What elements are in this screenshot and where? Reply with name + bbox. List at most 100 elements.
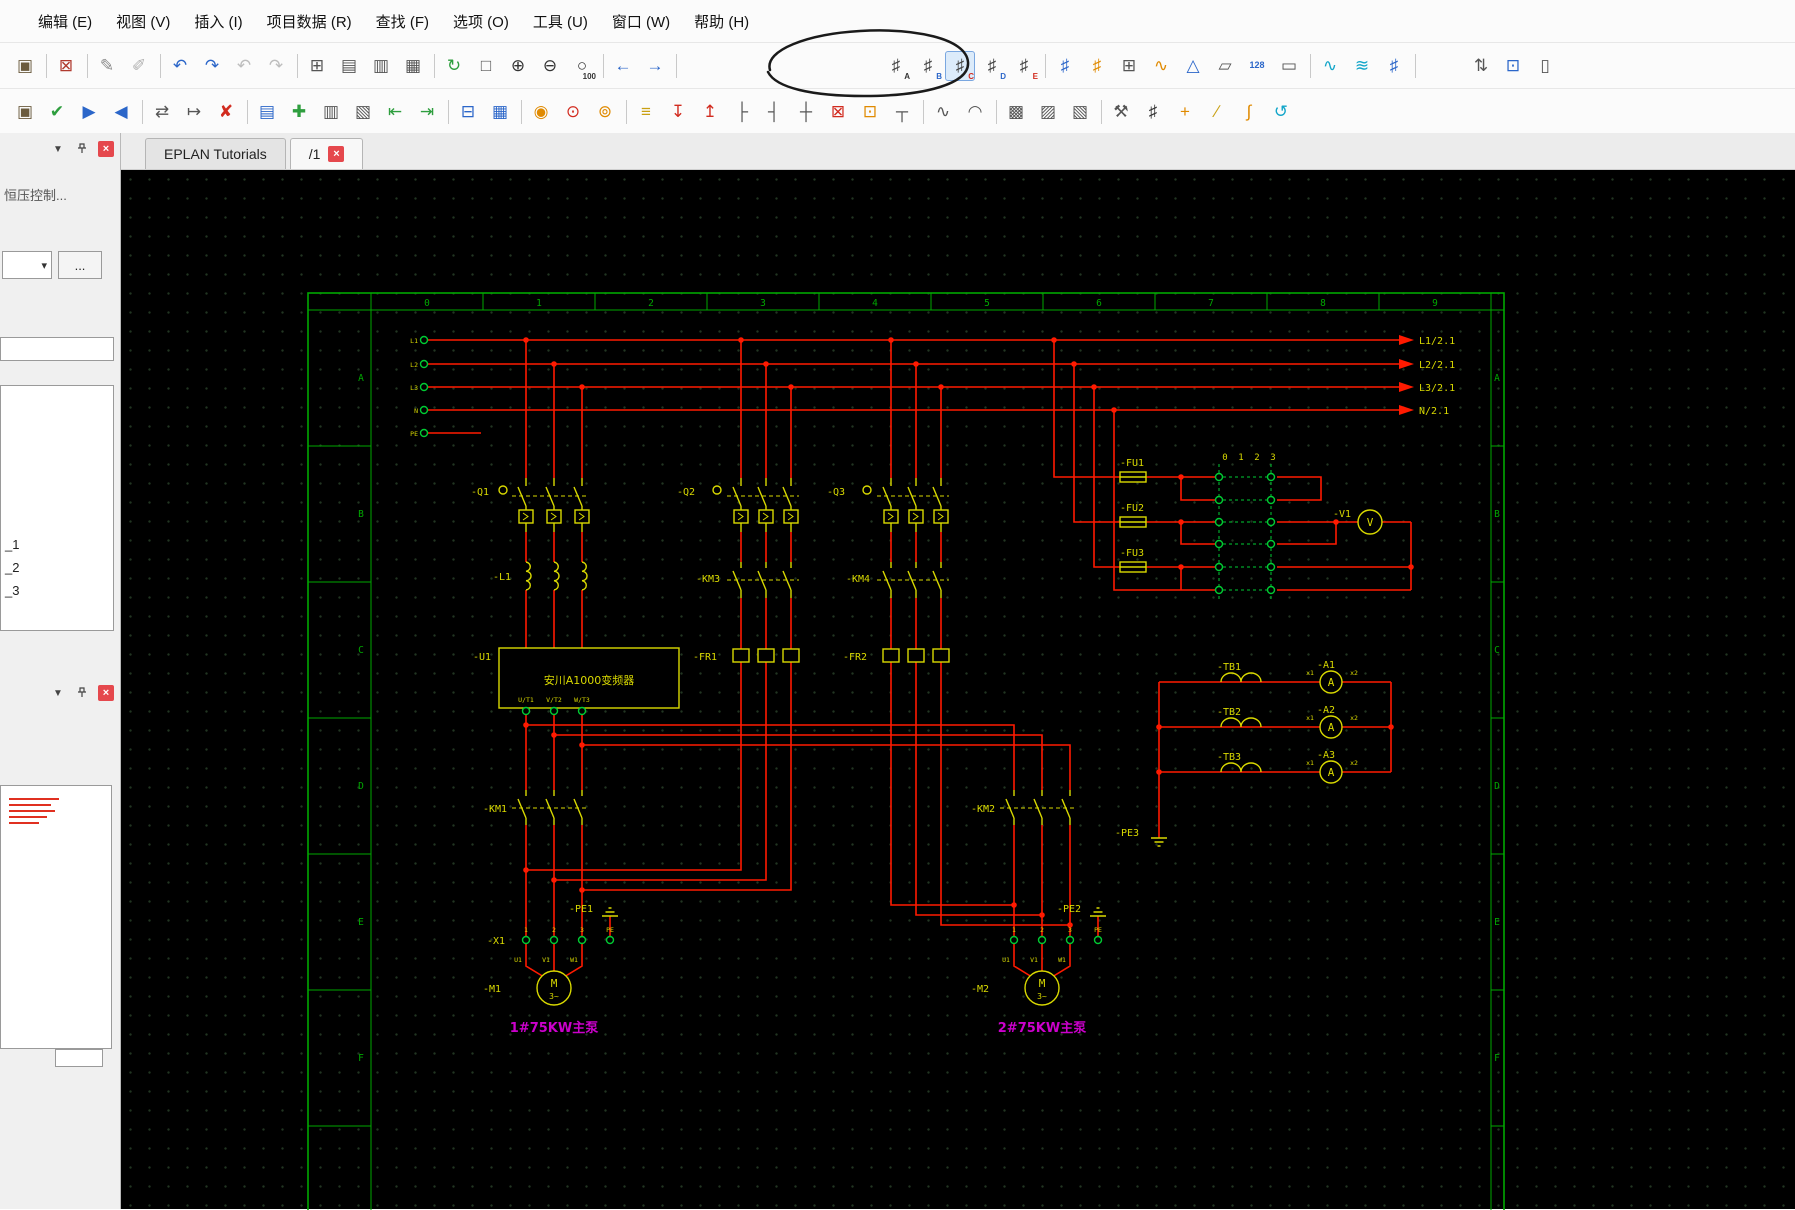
component-fr1[interactable]: -FR1 <box>693 648 800 663</box>
component-a2[interactable]: A -A2 x1 x2 <box>1306 705 1358 739</box>
component-km3[interactable]: -KM3 <box>696 562 799 598</box>
component-fr2[interactable]: -FR2 <box>843 648 950 663</box>
zoom-out-icon[interactable]: ⊖ <box>535 51 565 81</box>
select-similar-icon[interactable]: ▩ <box>1001 97 1031 127</box>
menu-item[interactable]: 选项 (O) <box>441 7 521 36</box>
sync-pages-icon[interactable]: ⇄ <box>147 97 177 127</box>
refresh-icon[interactable]: ↻ <box>439 51 469 81</box>
tab-page-1[interactable]: /1 × <box>289 138 364 169</box>
pointer-prev-icon[interactable]: ◀ <box>106 97 136 127</box>
component-m1[interactable]: M 3~ -M1 1#75KW主泵 <box>483 970 598 1036</box>
grid-display-icon[interactable]: ♯ <box>1050 51 1080 81</box>
align-to-grid-icon[interactable]: ⊞ <box>1114 51 1144 81</box>
menu-item[interactable]: 项目数据 (R) <box>255 7 364 36</box>
component-fu2[interactable]: -FU2 <box>1119 503 1147 528</box>
component-l1[interactable]: -L1 <box>493 561 588 591</box>
grid-e-icon[interactable]: ♯ E <box>1009 51 1039 81</box>
connection-symbols-icon[interactable]: ♯ <box>1379 51 1409 81</box>
special-tools-icon[interactable]: ⚒ <box>1106 97 1136 127</box>
interruption-source-icon[interactable]: ⊙ <box>558 97 588 127</box>
object-snap-icon[interactable]: ∿ <box>1146 51 1176 81</box>
component-km1[interactable]: -KM1 <box>483 790 588 825</box>
text-128-icon[interactable]: 128 <box>1242 51 1272 81</box>
rotate-tool-icon[interactable]: ↺ <box>1266 97 1296 127</box>
layout-space-icon[interactable]: ⊡ <box>1498 51 1528 81</box>
browse-button[interactable]: ... <box>58 251 102 279</box>
copy-format-page-icon[interactable]: ▤ <box>252 97 282 127</box>
align-objects-icon[interactable]: ⇅ <box>1466 51 1496 81</box>
window-cascade-icon[interactable]: ▤ <box>334 51 364 81</box>
menu-item[interactable]: 窗口 (W) <box>600 7 682 36</box>
cable-definition-icon[interactable]: ∿ <box>928 97 958 127</box>
component-u1[interactable]: 安川A1000变频器 U/T1 V/T2 W/T3 -U1 <box>473 647 680 716</box>
pointer-next-icon[interactable]: ▶ <box>74 97 104 127</box>
insert-device-icon[interactable]: ⊟ <box>453 97 483 127</box>
delete-selection-icon[interactable]: ⊠ <box>51 51 81 81</box>
undo-history-icon[interactable]: ↶ <box>229 51 259 81</box>
component-a1[interactable]: A -A1 x1 x2 <box>1306 660 1358 694</box>
menu-item[interactable]: 编辑 (E) <box>26 7 104 36</box>
redo-history-icon[interactable]: ↷ <box>261 51 291 81</box>
potential-arrow-up-icon[interactable]: ↥ <box>695 97 725 127</box>
schematic-canvas[interactable]: 0 1 2 3 4 5 6 7 8 9 A B C D E F A B C D … <box>121 170 1795 1210</box>
chevron-down-icon[interactable]: ▼ <box>50 685 66 701</box>
preview-nav-box[interactable] <box>55 1049 103 1067</box>
goto-counterpart-icon[interactable]: ↦ <box>179 97 209 127</box>
interruption-point-icon[interactable]: ◉ <box>526 97 556 127</box>
zoom-in-icon[interactable]: ⊕ <box>503 51 533 81</box>
cancel-action-icon[interactable]: ✘ <box>211 97 241 127</box>
menu-item[interactable]: 工具 (U) <box>521 7 600 36</box>
tab-close-button[interactable]: × <box>328 146 345 162</box>
graphic-overview-icon[interactable]: △ <box>1178 51 1208 81</box>
component-pe2[interactable]: -PE2 <box>1057 904 1106 917</box>
filter-combobox[interactable]: ▾ <box>2 251 52 279</box>
wire-crossing-icon[interactable]: ┼ <box>791 97 821 127</box>
redo-icon[interactable]: ↷ <box>197 51 227 81</box>
component-km4[interactable]: -KM4 <box>846 562 949 598</box>
component-a3[interactable]: A -A3 x1 x2 <box>1306 750 1358 784</box>
apply-icon[interactable]: ✔ <box>42 97 72 127</box>
forward-icon[interactable]: → <box>640 51 670 81</box>
component-q2[interactable]: -Q2 <box>677 478 799 532</box>
selection-frame-icon[interactable]: □ <box>471 51 501 81</box>
close-icon[interactable]: × <box>98 141 114 157</box>
menu-item[interactable]: 视图 (V) <box>104 7 182 36</box>
graphical-preview[interactable] <box>0 785 112 1049</box>
menu-item[interactable]: 插入 (I) <box>182 7 254 36</box>
pin-icon[interactable] <box>74 685 90 701</box>
format-brush-alt-icon[interactable]: ✐ <box>124 51 154 81</box>
paste-icon[interactable]: ▣ <box>10 51 40 81</box>
design-mode-icon[interactable]: ▱ <box>1210 51 1240 81</box>
list-item[interactable]: _1 <box>1 534 113 557</box>
grid-c-icon[interactable]: ♯ C <box>945 50 975 81</box>
multi-line-wire-icon[interactable]: ≡ <box>631 97 661 127</box>
t-node-icon[interactable]: ┬ <box>887 97 917 127</box>
component-q3[interactable]: -Q3 <box>827 478 949 532</box>
branch-right-icon[interactable]: ├ <box>727 97 757 127</box>
curve-tool-icon[interactable]: ∫ <box>1234 97 1264 127</box>
interruption-target-icon[interactable]: ⊚ <box>590 97 620 127</box>
connector-strip[interactable]: 0 1 2 3 <box>1214 453 1276 602</box>
grid-d-icon[interactable]: ♯ D <box>977 51 1007 81</box>
drawing-canvas[interactable]: 0 1 2 3 4 5 6 7 8 9 A B C D E F A B C D … <box>121 170 1795 1210</box>
paste-special-icon[interactable]: ▣ <box>10 97 40 127</box>
zoom-100-icon[interactable]: ○ 100 <box>567 51 597 81</box>
connection-point-icon[interactable]: ⊡ <box>855 97 885 127</box>
list-item[interactable]: _2 <box>1 557 113 580</box>
insert-window-icon[interactable]: ⊞ <box>302 51 332 81</box>
signal-broadcast-icon[interactable]: ≋ <box>1347 51 1377 81</box>
page-list[interactable]: _1 _2 _3 <box>0 385 114 631</box>
branch-left-icon[interactable]: ┤ <box>759 97 789 127</box>
table-view-icon[interactable]: ▦ <box>398 51 428 81</box>
component-fu3[interactable]: -FU3 <box>1119 548 1147 573</box>
open-page-icon[interactable]: ▥ <box>316 97 346 127</box>
grid-a-icon[interactable]: ♯ A <box>881 51 911 81</box>
terminal-strip-x1-right[interactable]: 1 2 3 PE U1 V1 W1 <box>1002 926 1103 964</box>
component-q1[interactable]: -Q1 <box>471 478 590 532</box>
back-icon[interactable]: ← <box>608 51 638 81</box>
component-tb3[interactable]: -TB3 <box>1217 752 1262 773</box>
component-tb2[interactable]: -TB2 <box>1217 707 1262 728</box>
grid-b-icon[interactable]: ♯ B <box>913 51 943 81</box>
shield-symbol-icon[interactable]: ◠ <box>960 97 990 127</box>
export-page-icon[interactable]: ⇥ <box>412 97 442 127</box>
